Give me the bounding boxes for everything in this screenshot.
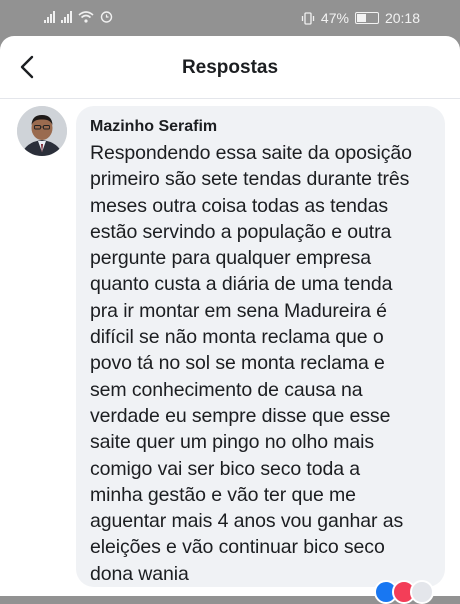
wifi-icon: [78, 11, 94, 23]
status-left-icons: [44, 10, 113, 23]
header: Respostas: [0, 36, 460, 99]
signal-icon: [44, 11, 55, 23]
comment-bubble: Mazinho Serafim Respondendo essa saite d…: [76, 106, 445, 587]
signal-icon-2: [61, 11, 72, 23]
vibrate-icon: [301, 11, 315, 25]
comment-text: Respondendo essa saite da oposição prime…: [90, 142, 412, 585]
reaction-count-icon: [410, 580, 434, 604]
status-bar: 47% 20:18: [0, 0, 460, 34]
avatar[interactable]: [17, 106, 67, 156]
reactions-badge[interactable]: [374, 580, 434, 604]
alarm-icon: [100, 11, 113, 23]
profile-photo: [17, 106, 67, 156]
status-right-icons: 47% 20:18: [301, 10, 420, 26]
battery-percent: 47%: [320, 10, 349, 26]
battery-icon: [354, 12, 379, 24]
comment-author[interactable]: Mazinho Serafim: [90, 118, 431, 136]
clock: 20:18: [384, 10, 420, 26]
page-title: Respostas: [181, 57, 279, 78]
